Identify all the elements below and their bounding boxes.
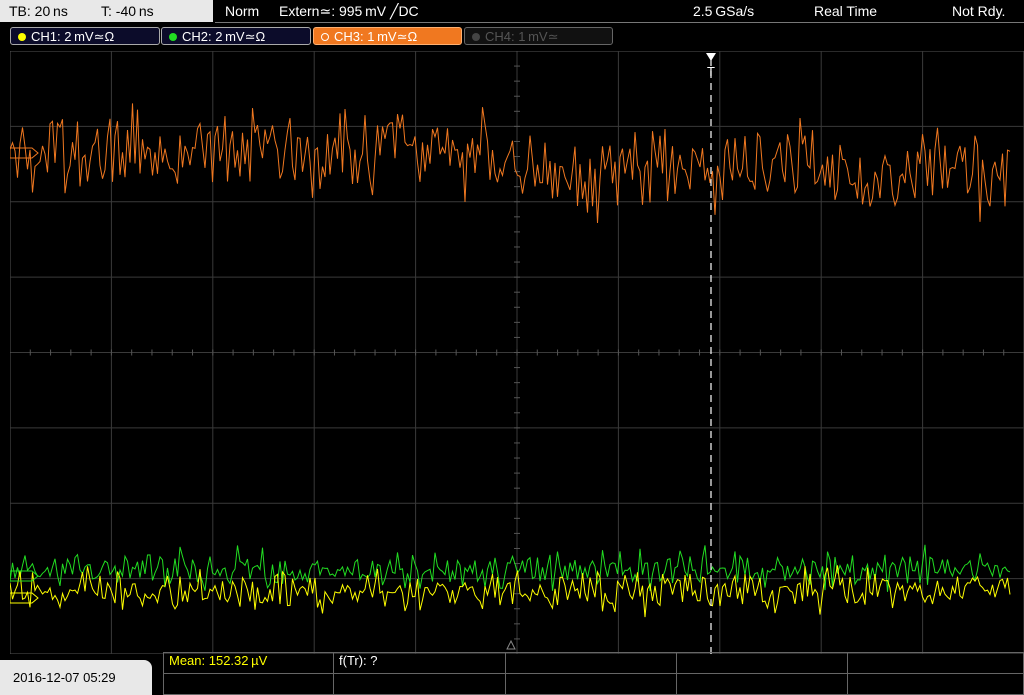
measurement-cell-6[interactable] bbox=[163, 673, 334, 695]
channel-1-button[interactable]: CH1: 2 mV≃Ω bbox=[10, 27, 160, 45]
channel-3-label: CH3: 1 mV≃Ω bbox=[334, 29, 418, 44]
ready-status: Not Rdy. bbox=[952, 3, 1006, 19]
waveform-display[interactable]: T bbox=[10, 51, 1024, 654]
trigger-source[interactable]: Extern≃: 995 mV ╱DC bbox=[279, 0, 419, 22]
trigger-mode[interactable]: Norm bbox=[225, 0, 259, 22]
channel-4-label: CH4: 1 mV≃ bbox=[485, 29, 559, 44]
channel-2-indicator-icon bbox=[169, 33, 177, 41]
channel-bar: CH1: 2 mV≃Ω CH2: 2 mV≃Ω CH3: 1 mV≃Ω CH4:… bbox=[0, 24, 1024, 48]
measurement-cell-10[interactable] bbox=[847, 673, 1024, 695]
channel-2-label: CH2: 2 mV≃Ω bbox=[182, 29, 266, 44]
timebase-box[interactable]: TB: 20 ns T: -40 ns bbox=[0, 0, 213, 22]
measurement-cell-7[interactable] bbox=[333, 673, 506, 695]
measurement-cell-3[interactable] bbox=[505, 652, 677, 674]
trigger-offset-label: T: -40 ns bbox=[101, 3, 154, 19]
channel-4-indicator-icon bbox=[472, 33, 480, 41]
top-bar: TB: 20 ns T: -40 ns Norm Extern≃: 995 mV… bbox=[0, 0, 1024, 24]
measurement-panel[interactable]: Mean: 152.32 µV f(Tr): ? bbox=[163, 652, 1024, 695]
channel-4-button[interactable]: CH4: 1 mV≃ bbox=[464, 27, 613, 45]
sample-rate: 2.5 GSa/s bbox=[693, 3, 755, 19]
acquisition-mode[interactable]: Real Time bbox=[814, 0, 877, 22]
bottom-bar: 2016-12-07 05:29 Mean: 152.32 µV f(Tr): … bbox=[0, 652, 1024, 695]
channel-2-button[interactable]: CH2: 2 mV≃Ω bbox=[161, 27, 311, 45]
frequency-measurement: f(Tr): ? bbox=[339, 653, 378, 668]
channel-3-button[interactable]: CH3: 1 mV≃Ω bbox=[313, 27, 462, 45]
status-bar: Norm Extern≃: 995 mV ╱DC 2.5 GSa/s Real … bbox=[215, 0, 1024, 23]
measurement-cell-5[interactable] bbox=[847, 652, 1024, 674]
measurement-cell-9[interactable] bbox=[676, 673, 848, 695]
channel-3-indicator-icon bbox=[321, 33, 329, 41]
measurement-cell-8[interactable] bbox=[505, 673, 677, 695]
measurement-cell-4[interactable] bbox=[676, 652, 848, 674]
timebase-label: TB: 20 ns bbox=[9, 3, 68, 19]
date-time-display: 2016-12-07 05:29 bbox=[0, 660, 152, 695]
channel-1-label: CH1: 2 mV≃Ω bbox=[31, 29, 115, 44]
mean-measurement: Mean: 152.32 µV bbox=[169, 653, 268, 668]
trigger-marker-label: T bbox=[707, 64, 715, 79]
channel-1-indicator-icon bbox=[18, 33, 26, 41]
